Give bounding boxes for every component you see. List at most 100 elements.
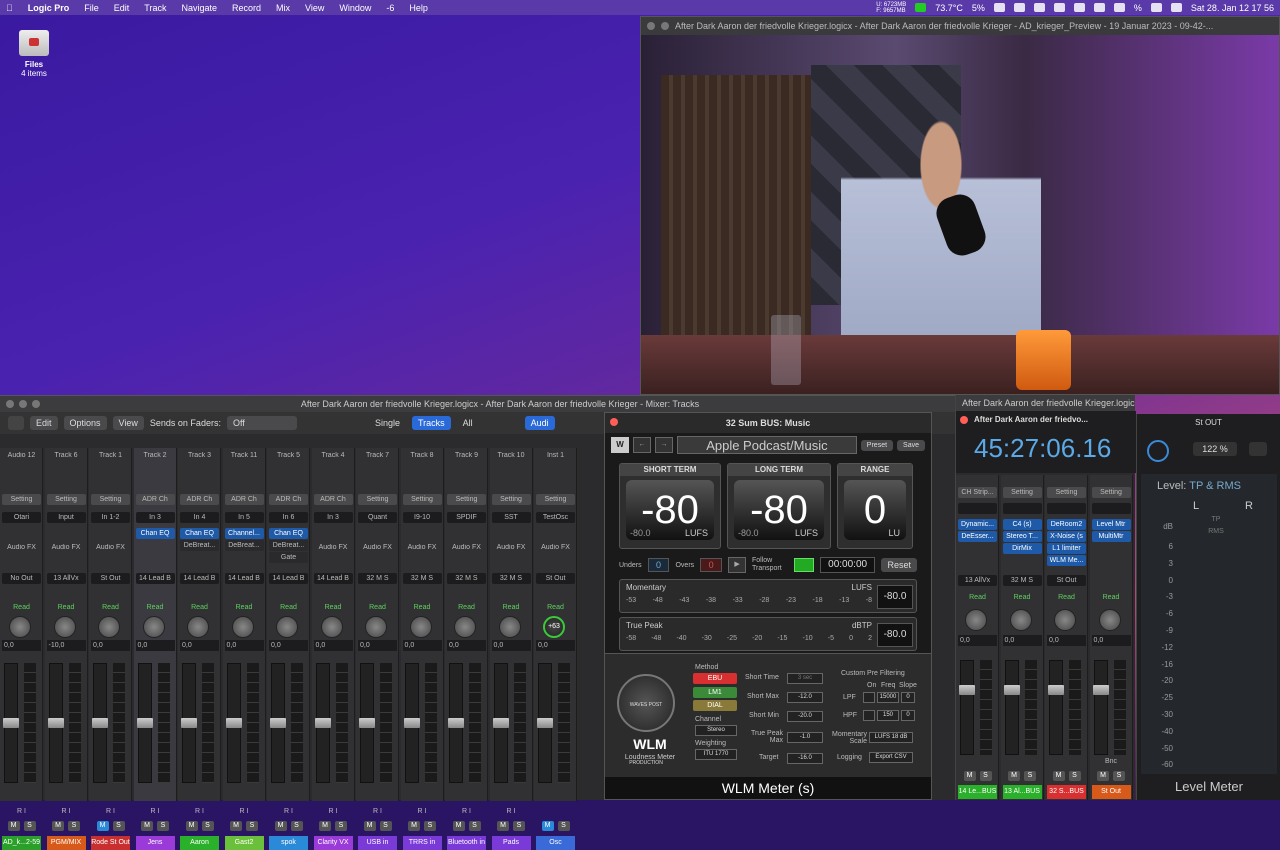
short-min-field[interactable]: -20.0 — [787, 711, 823, 722]
power-icon[interactable] — [1147, 440, 1169, 462]
mute-button[interactable]: M — [52, 821, 64, 831]
strip-automation-read[interactable]: Read — [225, 603, 264, 613]
fader-cap[interactable] — [136, 718, 153, 728]
bounce-button[interactable]: Bnc — [1092, 758, 1131, 768]
pan-knob[interactable] — [320, 616, 343, 638]
solo-button[interactable]: S — [112, 821, 125, 831]
menu-record[interactable]: Record — [232, 3, 261, 13]
solo-button[interactable]: S — [468, 821, 481, 831]
sends-select[interactable]: Off — [226, 416, 297, 430]
channel-strip[interactable]: Track 11 ADR Ch In 5 Channel... DeBreat... 14… — [222, 448, 266, 850]
channel-strip[interactable]: Track 6 Setting Input Audio FX 13 AllVx Read -… — [44, 448, 88, 850]
mute-button[interactable]: M — [1008, 771, 1020, 781]
strip-fx-slot[interactable]: DeRoom2 — [1047, 519, 1086, 530]
strip-output-slot[interactable]: 32 M S — [402, 573, 442, 584]
bus-strip[interactable]: Setting DeRoom2 X-Noise (s L1 limiter WLM Me… — [1045, 475, 1088, 800]
mute-button[interactable]: M — [963, 771, 976, 781]
channel-strip[interactable]: Track 5 ADR Ch In 6 Chan EQ DeBreat... Gate 14… — [267, 448, 310, 850]
fader-cap[interactable] — [1003, 685, 1020, 695]
channel-strip[interactable]: Track 7 Setting Quant Audio FX 32 M S Read 0,0… — [356, 448, 399, 850]
fader-cap[interactable] — [3, 718, 19, 728]
strip-automation-read[interactable]: Read — [358, 603, 397, 613]
strip-setting-button[interactable]: Setting — [91, 494, 130, 505]
strip-output-slot[interactable]: 32 M S — [447, 573, 486, 584]
strip-output-slot[interactable]: 14 Lead B — [224, 573, 264, 584]
strip-volume-value[interactable]: 0,0 — [269, 640, 308, 651]
solo-button[interactable]: S — [379, 821, 392, 831]
short-max-field[interactable]: -12.0 — [787, 692, 823, 703]
volume-fader[interactable] — [1004, 660, 1019, 755]
strip-fx-slot[interactable]: C4 (s) — [1002, 519, 1042, 530]
pan-knob[interactable] — [1054, 609, 1076, 631]
record-input-buttons[interactable]: R I — [225, 808, 264, 818]
mute-button[interactable]: M — [185, 821, 198, 831]
solo-button[interactable]: S — [23, 821, 36, 831]
strip-fx-slot-2[interactable]: DeBreat... — [224, 540, 264, 551]
strip-fx-slot[interactable]: Dynamic... — [958, 519, 997, 530]
strip-fx-slot[interactable]: Level Mtr — [1091, 519, 1131, 530]
fader-cap[interactable] — [225, 718, 242, 728]
link-icon[interactable] — [1249, 442, 1267, 456]
strip-volume-value[interactable]: 0,0 — [1091, 635, 1131, 646]
strip-setting-button[interactable]: Setting — [358, 494, 397, 505]
strip-setting-button[interactable]: ADR Ch — [313, 494, 353, 505]
hpf-slope[interactable]: 0 — [901, 710, 915, 721]
strip-setting-button[interactable]: Setting — [1002, 487, 1042, 498]
pan-knob[interactable] — [409, 616, 432, 638]
options-menu[interactable]: Options — [63, 416, 107, 430]
record-input-buttons[interactable]: R I — [2, 808, 41, 818]
lpf-slope[interactable]: 0 — [901, 692, 915, 703]
preset-name[interactable]: Apple Podcast/Music — [677, 436, 857, 454]
solo-button[interactable]: S — [424, 821, 436, 831]
strip-output-slot[interactable]: 13 AllVx — [958, 575, 997, 586]
strip-setting-button[interactable]: ADR Ch — [135, 494, 175, 505]
fader-cap[interactable] — [92, 718, 108, 728]
strip-input-slot[interactable]: In 4 — [180, 512, 219, 523]
strip-fx-slot[interactable]: DeEsser... — [958, 531, 997, 542]
strip-name[interactable]: USB in — [358, 836, 397, 850]
record-input-buttons[interactable]: R I — [47, 808, 86, 818]
strip-volume-value[interactable]: 0,0 — [224, 640, 264, 651]
network-icon[interactable] — [915, 3, 927, 12]
pan-knob[interactable] — [1009, 609, 1032, 631]
dropbox-icon[interactable] — [993, 3, 1005, 12]
strip-output-slot[interactable]: St Out — [1047, 575, 1086, 586]
strip-name[interactable]: spok — [269, 836, 308, 850]
strip-fx-slot-3[interactable]: Gate — [269, 552, 308, 563]
strip-fx-slot[interactable]: MultiMtr — [1091, 531, 1131, 542]
menu-view[interactable]: View — [305, 3, 324, 13]
strip-fx-slot[interactable]: Channel... — [224, 528, 264, 539]
mute-button[interactable]: M — [274, 821, 287, 831]
record-input-buttons[interactable]: R I — [492, 808, 531, 818]
strip-setting-button[interactable]: Setting — [402, 494, 442, 505]
strip-output-slot[interactable]: 32 M S — [358, 573, 397, 584]
pan-knob[interactable] — [187, 616, 209, 638]
bus-strip[interactable]: Setting Level Mtr MultiMtr Read 0,0 Bnc M S St O… — [1089, 475, 1133, 800]
fader-cap[interactable] — [537, 718, 553, 728]
strip-output-slot[interactable]: 13 AllVx — [46, 573, 86, 584]
strip-volume-value[interactable]: 0,0 — [536, 640, 575, 651]
audio-filter-button[interactable]: Audi — [524, 416, 555, 430]
strip-volume-value[interactable]: -10,0 — [46, 640, 86, 651]
pan-knob[interactable] — [231, 616, 254, 638]
fader-cap[interactable] — [448, 718, 464, 728]
menu-track[interactable]: Track — [144, 3, 166, 13]
pan-knob[interactable] — [454, 616, 476, 638]
fader-cap[interactable] — [1092, 685, 1109, 695]
strip-volume-value[interactable]: 0,0 — [358, 640, 397, 651]
record-input-buttons[interactable]: R I — [447, 808, 486, 818]
strip-setting-button[interactable]: Setting — [536, 494, 575, 505]
strip-name[interactable]: Jens — [135, 836, 175, 850]
strip-audio-fx-slot[interactable]: Audio FX — [47, 544, 86, 551]
video-titlebar[interactable]: After Dark Aaron der friedvolle Krieger.… — [641, 17, 1279, 35]
wifi-icon[interactable] — [1113, 3, 1125, 12]
view-all[interactable]: All — [457, 416, 479, 430]
strip-volume-value[interactable]: 0,0 — [91, 640, 130, 651]
pan-knob[interactable] — [53, 616, 76, 638]
volume-fader[interactable] — [1049, 660, 1063, 755]
strip-automation-read[interactable]: Read — [314, 603, 353, 613]
fader-cap[interactable] — [314, 718, 331, 728]
fader-cap[interactable] — [270, 718, 286, 728]
strip-automation-read[interactable]: Read — [536, 603, 575, 613]
strip-automation-read[interactable]: Read — [1092, 593, 1131, 603]
